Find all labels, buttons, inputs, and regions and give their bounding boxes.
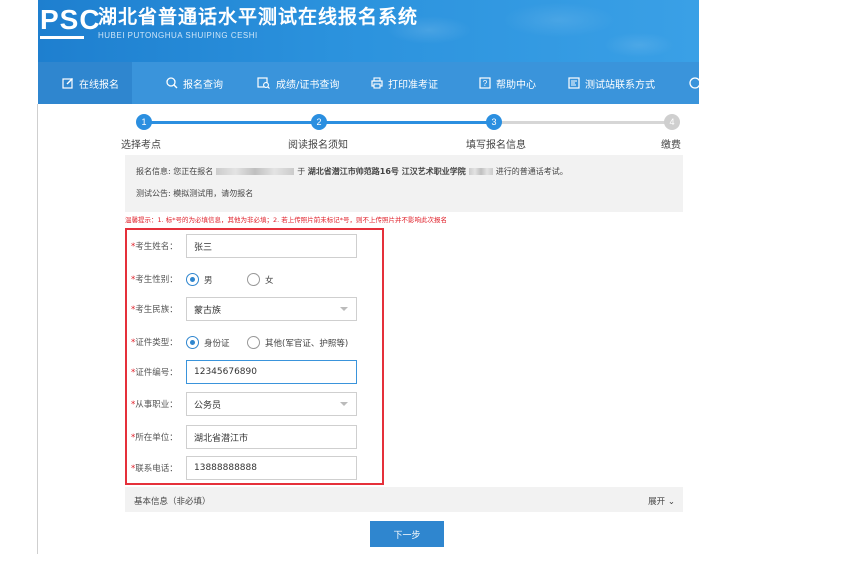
gender-female-radio[interactable]: 女: [247, 273, 274, 286]
ethnic-select[interactable]: 蒙古族: [186, 297, 357, 321]
step-3-label: 填写报名信息: [466, 140, 526, 151]
idtype-idcard-radio[interactable]: 身份证: [186, 336, 230, 349]
gender-male-radio[interactable]: 男: [186, 273, 213, 286]
nav-label: 帮助中心: [496, 79, 536, 91]
info-suffix: 进行的普通话考试。: [495, 167, 568, 176]
search-icon: [166, 77, 178, 89]
nav-online-registration[interactable]: 在线报名: [38, 62, 132, 104]
step-1-circle: 1: [136, 114, 152, 130]
redacted-block: [468, 168, 493, 175]
job-value: 公务员: [194, 400, 222, 411]
step-4-label: 缴费: [661, 140, 681, 151]
contact-icon: [568, 77, 580, 89]
nav-help-center[interactable]: ? 帮助中心: [479, 62, 536, 104]
step-1-label: 选择考点: [121, 140, 161, 151]
registration-info-text: 报名信息: 您正在报名 于 湖北省潜江市帅范路16号 江汉艺术职业学院 进行的普通话…: [136, 166, 568, 177]
basic-info-label: 基本信息（非必填）: [134, 497, 211, 507]
unit-row: *所在单位：: [131, 425, 186, 449]
step-4-circle: 4: [664, 114, 680, 130]
reminder-tip: 温馨提示：1. 标*号的为必填信息，其他为非必填；2. 若上传照片前未标记*号，…: [125, 216, 448, 224]
test-notice: 测试公告: 模拟测试用，请勿报名: [136, 189, 254, 198]
step-2-circle: 2: [311, 114, 327, 130]
idnum-input[interactable]: 12345676890: [186, 360, 357, 384]
step-3-circle: 3: [486, 114, 502, 130]
gender-row: *考生性别：: [131, 267, 186, 291]
step-2-label: 阅读报名须知: [288, 140, 348, 151]
name-row: *考生姓名：: [131, 234, 186, 258]
idtype-other-radio[interactable]: 其他(军官证、护照等): [247, 336, 348, 349]
phone-input[interactable]: 13888888888: [186, 456, 357, 480]
edit-icon: [62, 77, 74, 89]
help-icon: ?: [479, 77, 491, 89]
nav-print-admission-ticket[interactable]: 打印准考证: [371, 62, 438, 104]
certificate-search-icon: [257, 77, 271, 89]
name-label: *考生姓名：: [131, 242, 178, 252]
site-title: 湖北省普通话水平测试在线报名系统: [98, 6, 419, 28]
job-label: *从事职业：: [131, 400, 178, 410]
job-row: *从事职业：: [131, 392, 186, 416]
ethnic-value: 蒙古族: [194, 305, 222, 316]
chevron-down-icon: [340, 307, 348, 311]
header-banner: PSC 湖北省普通话水平测试在线报名系统 HUBEI PUTONGHUA SHU…: [38, 0, 699, 62]
gender-label: *考生性别：: [131, 275, 178, 285]
page-left-border: [37, 104, 38, 554]
unit-input[interactable]: 湖北省潜江市: [186, 425, 357, 449]
phone-row: *联系电话：: [131, 456, 186, 480]
name-input[interactable]: 张三: [186, 234, 357, 258]
idnum-label: *证件编号：: [131, 368, 178, 378]
info-location: 湖北省潜江市帅范路16号 江汉艺术职业学院: [307, 167, 466, 176]
nav-label: 打印准考证: [388, 79, 438, 91]
nav-more-icon[interactable]: [688, 62, 700, 104]
expand-toggle[interactable]: 展开 ⌄: [648, 495, 675, 507]
logo: PSC: [40, 4, 101, 35]
phone-label: *联系电话：: [131, 464, 178, 474]
chevron-down-icon: ⌄: [667, 497, 675, 507]
basic-info-section[interactable]: 基本信息（非必填） 展开 ⌄: [125, 487, 683, 512]
nav-label: 测试站联系方式: [585, 79, 655, 91]
nav-score-certificate-query[interactable]: 成绩/证书查询: [257, 62, 339, 104]
logo-underline: [40, 36, 84, 39]
chevron-down-icon: [340, 402, 348, 406]
unit-label: *所在单位：: [131, 433, 178, 443]
next-step-button[interactable]: 下一步: [370, 521, 444, 547]
registration-info-box: 报名信息: 您正在报名 于 湖北省潜江市帅范路16号 江汉艺术职业学院 进行的普通话…: [125, 155, 683, 212]
nav-label: 报名查询: [183, 79, 223, 91]
step-line-pending: [494, 121, 672, 124]
idnum-row: *证件编号：: [131, 360, 186, 384]
job-select[interactable]: 公务员: [186, 392, 357, 416]
idtype-label: *证件类型：: [131, 338, 178, 348]
ethnic-row: *考生民族：: [131, 297, 186, 321]
nav-label: 在线报名: [79, 79, 119, 91]
ethnic-label: *考生民族：: [131, 305, 178, 315]
nav-label: 成绩/证书查询: [276, 79, 340, 91]
nav-registration-query[interactable]: 报名查询: [166, 62, 223, 104]
info-middle: 于: [297, 167, 306, 176]
site-subtitle: HUBEI PUTONGHUA SHUIPING CESHI: [98, 31, 258, 40]
redacted-block: [216, 168, 295, 175]
printer-icon: [371, 77, 383, 89]
idtype-row: *证件类型：: [131, 330, 186, 354]
main-nav: 在线报名 报名查询 成绩/证书查询 打印准考证 ? 帮助中心 测试站联系方式: [38, 62, 700, 104]
info-prefix: 报名信息: 您正在报名: [136, 167, 214, 176]
svg-text:?: ?: [483, 79, 488, 88]
nav-station-contact[interactable]: 测试站联系方式: [568, 62, 655, 104]
